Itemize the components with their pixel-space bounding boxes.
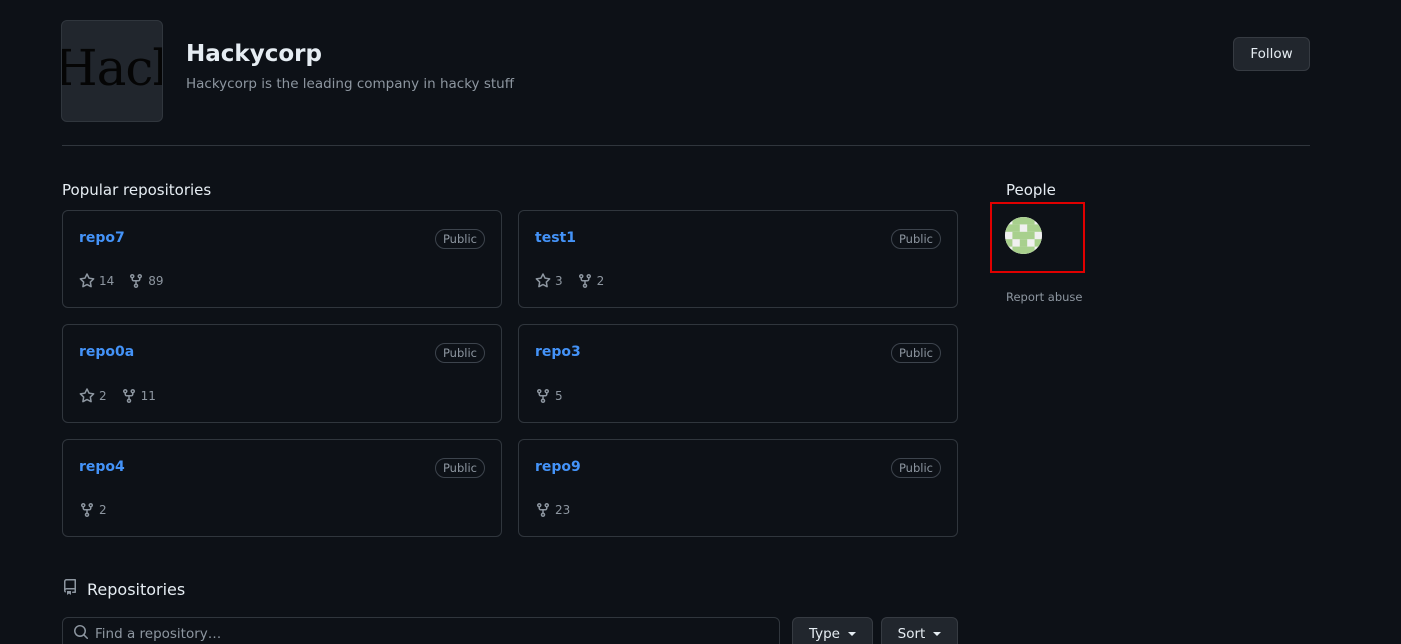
repo-card: repo0a Public 2 11 <box>62 324 502 423</box>
stars-count[interactable]: 14 <box>79 273 114 289</box>
repo-meta: 23 <box>535 502 570 518</box>
visibility-badge: Public <box>890 458 941 478</box>
forks-count[interactable]: 11 <box>121 388 156 404</box>
visibility-badge: Public <box>434 343 485 363</box>
star-icon <box>79 273 95 289</box>
caret-down-icon <box>848 632 856 636</box>
repo-meta: 32 <box>535 273 604 289</box>
org-avatar-logo-text: Hacky <box>61 39 162 97</box>
repositories-title: Repositories <box>87 579 186 599</box>
type-filter-label: Type <box>808 626 840 642</box>
repo-name-link[interactable]: repo3 <box>535 344 581 360</box>
popular-repositories-title: Popular repositories <box>62 181 212 199</box>
sort-filter-button[interactable]: Sort <box>881 617 958 644</box>
stars-count[interactable]: 3 <box>535 273 563 289</box>
forks-value: 5 <box>555 389 563 403</box>
fork-icon <box>128 273 144 289</box>
repo-card: repo9 Public 23 <box>518 439 958 537</box>
repo-meta: 5 <box>535 388 563 404</box>
forks-value: 89 <box>148 274 164 288</box>
forks-value: 2 <box>99 503 107 517</box>
forks-count[interactable]: 5 <box>535 388 563 404</box>
repo-name-link[interactable]: test1 <box>535 230 576 246</box>
org-page: Hacky Hackycorp Hackycorp is the leading… <box>0 0 1401 644</box>
identicon-icon <box>1005 217 1042 254</box>
star-icon <box>535 273 551 289</box>
people-title: People <box>1006 181 1056 199</box>
forks-value: 2 <box>596 274 605 288</box>
forks-value: 11 <box>140 389 156 403</box>
stars-value: 2 <box>99 389 107 403</box>
repo-meta: 14 89 <box>79 273 164 289</box>
visibility-badge: Public <box>434 458 485 478</box>
fork-icon <box>577 273 593 289</box>
follow-button[interactable]: Follow <box>1233 37 1310 71</box>
fork-icon <box>79 502 95 518</box>
repository-search[interactable] <box>62 617 780 644</box>
repo-icon <box>62 579 78 599</box>
forks-value: 23 <box>555 503 571 517</box>
org-avatar: Hacky <box>61 20 163 122</box>
repository-search-input[interactable] <box>95 626 775 642</box>
caret-down-icon <box>933 632 942 636</box>
stars-value: 14 <box>99 274 115 288</box>
fork-icon <box>121 388 137 404</box>
repo-name-link[interactable]: repo4 <box>79 459 125 475</box>
stars-value: 3 <box>555 274 563 288</box>
org-name: Hackycorp <box>186 41 322 67</box>
forks-count[interactable]: 2 <box>79 502 107 518</box>
repo-card: repo7 Public 14 89 <box>62 210 502 308</box>
visibility-badge: Public <box>890 229 941 249</box>
stars-count[interactable]: 2 <box>79 388 107 404</box>
repo-card: repo4 Public 2 <box>62 439 502 537</box>
type-filter-button[interactable]: Type <box>792 617 873 644</box>
repo-name-link[interactable]: repo9 <box>535 459 581 475</box>
repo-card: test1 Public 3 2 <box>518 210 958 308</box>
fork-icon <box>535 502 551 518</box>
forks-count[interactable]: 2 <box>577 273 605 289</box>
repo-meta: 2 11 <box>79 388 156 404</box>
repo-card: repo3 Public 5 <box>518 324 958 423</box>
sort-filter-label: Sort <box>897 626 926 642</box>
repo-name-link[interactable]: repo0a <box>79 344 134 360</box>
report-abuse-link[interactable]: Report abuse <box>1006 290 1082 304</box>
search-icon <box>73 624 89 644</box>
forks-count[interactable]: 23 <box>535 502 570 518</box>
repo-name-link[interactable]: repo7 <box>79 230 125 246</box>
forks-count[interactable]: 89 <box>128 273 164 289</box>
repositories-heading: Repositories <box>62 579 185 599</box>
visibility-badge: Public <box>890 343 941 363</box>
repo-meta: 2 <box>79 502 107 518</box>
visibility-badge: Public <box>434 229 485 249</box>
person-avatar[interactable] <box>1005 217 1042 254</box>
fork-icon <box>535 388 551 404</box>
header-divider <box>62 145 1310 146</box>
org-description: Hackycorp is the leading company in hack… <box>186 76 515 92</box>
star-icon <box>79 388 95 404</box>
